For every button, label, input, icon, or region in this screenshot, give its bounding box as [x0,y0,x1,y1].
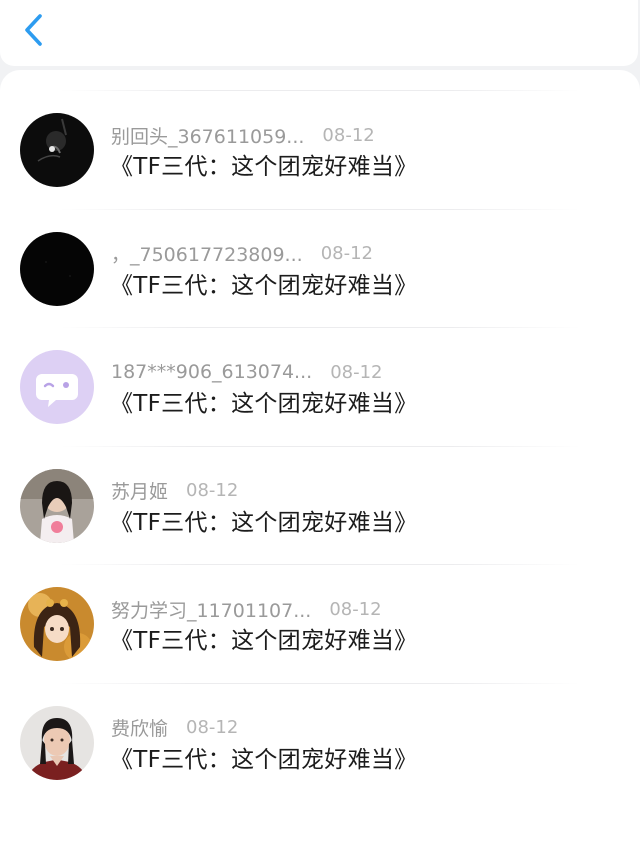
back-button[interactable] [14,12,54,52]
reader-list: 别回头_367611059... 08-12 《TF三代：这个团宠好难当》 ，_… [0,90,640,801]
user-name: 费欣愉 [111,718,169,740]
user-name: 努力学习_11701107... [111,599,312,622]
avatar[interactable] [20,113,94,187]
list-item[interactable]: 别回头_367611059... 08-12 《TF三代：这个团宠好难当》 [0,90,640,209]
list-item[interactable]: ，_750617723809... 08-12 《TF三代：这个团宠好难当》 [0,208,640,328]
book-title: 《TF三代：这个团宠好难当》 [110,154,418,180]
list-item[interactable]: 187***906_613074... 08-12 《TF三代：这个团宠好难当》 [0,327,640,446]
timestamp: 08-12 [186,717,239,738]
chevron-left-icon [22,13,46,51]
list-item[interactable]: 费欣愉 08-12 《TF三代：这个团宠好难当》 [0,682,640,802]
reader-list-card: 别回头_367611059... 08-12 《TF三代：这个团宠好难当》 ，_… [0,70,640,850]
timestamp: 08-12 [186,480,239,501]
user-name: ，_750617723809... [111,244,303,266]
list-item[interactable]: 苏月姬 08-12 《TF三代：这个团宠好难当》 [0,445,640,565]
avatar[interactable] [20,231,94,306]
timestamp: 08-12 [320,243,373,264]
timestamp: 08-12 [322,124,375,146]
avatar[interactable] [20,705,94,780]
user-name: 187***906_613074... [111,361,313,383]
timestamp: 08-12 [330,361,383,383]
book-title: 《TF三代：这个团宠好难当》 [110,272,418,299]
list-item[interactable]: 努力学习_11701107... 08-12 《TF三代：这个团宠好难当》 [0,564,640,683]
book-title: 《TF三代：这个团宠好难当》 [110,509,418,536]
avatar[interactable] [20,587,94,661]
avatar[interactable] [20,350,94,424]
user-name: 苏月姬 [111,481,169,503]
timestamp: 08-12 [329,598,382,620]
user-name: 别回头_367611059... [111,125,305,148]
book-title: 《TF三代：这个团宠好难当》 [110,391,418,417]
book-title: 《TF三代：这个团宠好难当》 [110,628,418,654]
book-title: 《TF三代：这个团宠好难当》 [110,746,418,773]
avatar[interactable] [20,468,94,543]
top-bar [0,0,638,66]
